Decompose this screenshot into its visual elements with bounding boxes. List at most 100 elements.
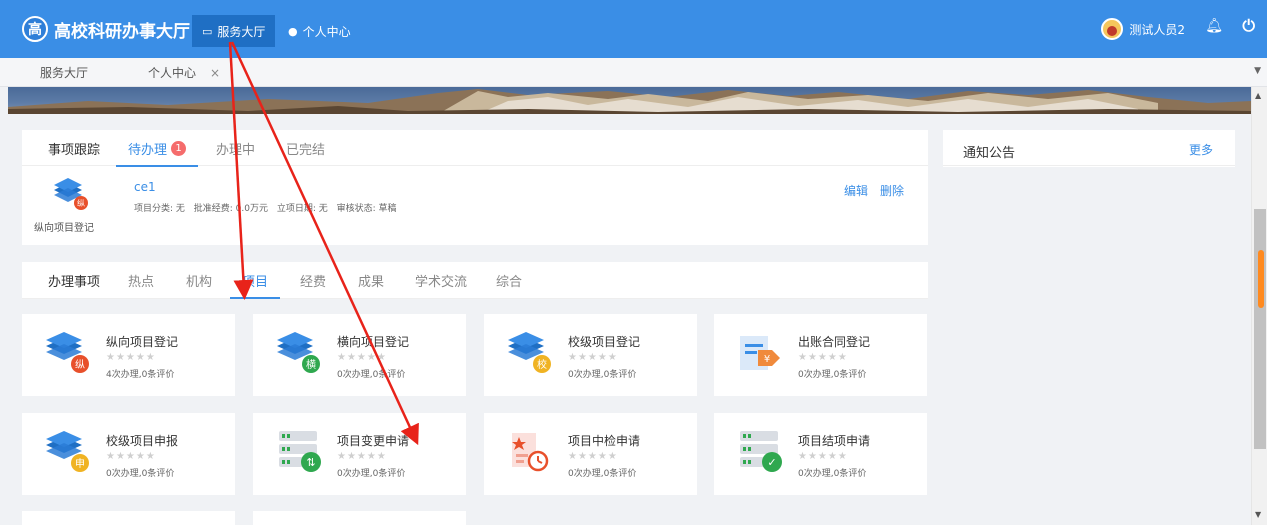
tab-in-progress[interactable]: 办理中 [216,130,255,166]
rating-stars: ★★★★★ [337,352,387,363]
tab-achievements[interactable]: 成果 [358,262,384,298]
scroll-down-icon[interactable]: ▼ [1255,510,1261,519]
svg-text:纵: 纵 [77,199,85,208]
tab-general[interactable]: 综合 [496,262,522,298]
service-card[interactable]: 校 校级项目登记 ★★★★★ 0次办理,0条评价 [484,314,697,396]
rating-stars: ★★★★★ [106,451,156,462]
services-title: 办理事项 [48,274,101,290]
edit-link[interactable]: 编辑 [844,182,868,199]
tab-service-hall-label: 服务大厅 [40,66,89,80]
tracking-panel: 事项跟踪 待办理 1 办理中 已完结 纵 纵向项目登记 ce1 项目分类: 无 … [22,130,928,245]
track-item-type: 纵向项目登记 [34,223,94,234]
service-card-partial[interactable] [22,511,235,525]
server-icon: ⇅ [275,429,323,476]
service-card-partial[interactable] [253,511,466,525]
logo-icon: 高 [22,16,48,42]
tab-pending[interactable]: 待办理 1 [115,130,199,167]
document-clock-icon [506,429,554,476]
track-item-meta: 项目分类: 无 批准经费: 0.0万元 立项日期: 无 审核状态: 草稿 [134,204,397,214]
tab-institution[interactable]: 机构 [186,262,212,298]
services-header: 办理事项 热点 机构 项目 经费 成果 学术交流 综合 [22,262,928,299]
nav-personal-center-label: 个人中心 [302,24,351,39]
service-card[interactable]: 横 横向项目登记 ★★★★★ 0次办理,0条评价 [253,314,466,396]
service-card-stats: 0次办理,0条评价 [337,370,406,380]
rating-stars: ★★★★★ [337,451,387,462]
nav-service-hall[interactable]: ▭ 服务大厅 [192,15,276,47]
person-icon: ● [288,24,298,38]
service-card[interactable]: 申 校级项目申报 ★★★★★ 0次办理,0条评价 [22,413,235,495]
tab-hot[interactable]: 热点 [128,262,154,298]
app-title: 高校科研办事大厅 [54,21,190,42]
delete-link[interactable]: 删除 [880,182,904,199]
scrollbar-thumb[interactable] [1254,209,1266,449]
svg-text:⇅: ⇅ [306,456,315,469]
chevron-down-icon[interactable]: ▼ [1254,66,1261,76]
side-drawer-handle[interactable] [1258,250,1264,308]
notice-panel: 通知公告 更多 [943,130,1235,167]
user-name: 测试人员2 [1129,22,1185,37]
rating-stars: ★★★★★ [798,352,848,363]
rating-stars: ★★★★★ [106,352,156,363]
service-card-name: 出账合同登记 [798,335,871,349]
svg-text:¥: ¥ [764,354,770,365]
service-card-name: 项目结项申请 [798,434,871,448]
nav-service-hall-label: 服务大厅 [217,24,266,39]
tracking-title: 事项跟踪 [48,142,101,158]
service-card[interactable]: 项目中检申请 ★★★★★ 0次办理,0条评价 [484,413,697,495]
tab-completed[interactable]: 已完结 [286,130,325,166]
server-check-icon: ✓ [736,429,784,476]
rating-stars: ★★★★★ [568,451,618,462]
service-card[interactable]: ⇅ 项目变更申请 ★★★★★ 0次办理,0条评价 [253,413,466,495]
notice-title: 通知公告 [963,146,1016,161]
open-tabs-strip: 服务大厅 个人中心 × ▼ [0,58,1267,87]
tab-service-hall[interactable]: 服务大厅 [40,58,88,87]
service-card-name: 校级项目申报 [106,434,179,448]
top-navbar: 高 高校科研办事大厅 ▭ 服务大厅 ● 个人中心 测试人员2 🔔︎ ⏻ [0,0,1267,58]
service-card[interactable]: ¥ 出账合同登记 ★★★★★ 0次办理,0条评价 [714,314,927,396]
svg-text:校: 校 [537,358,547,371]
app-logo[interactable]: 高 高校科研办事大厅 [22,15,190,43]
nav-personal-center[interactable]: ● 个人中心 [278,15,361,47]
svg-text:横: 横 [306,358,316,371]
service-card[interactable]: 纵 纵向项目登记 ★★★★★ 4次办理,0条评价 [22,314,235,396]
bell-icon[interactable]: 🔔︎ [1205,18,1223,34]
service-card-stats: 0次办理,0条评价 [798,469,867,479]
close-icon[interactable]: × [210,66,220,80]
service-card-name: 项目变更申请 [337,434,410,448]
service-card-name: 项目中检申请 [568,434,641,448]
service-card-stats: 4次办理,0条评价 [106,370,175,380]
rating-stars: ★★★★★ [568,352,618,363]
tracking-tabs: 事项跟踪 待办理 1 办理中 已完结 [22,130,928,167]
pending-count-badge: 1 [171,140,187,156]
mountain-banner [8,87,1251,114]
layers-icon: 校 [506,330,554,377]
layers-icon: 纵 [44,330,92,377]
tab-personal-center[interactable]: 个人中心 × [148,58,220,87]
svg-text:✓: ✓ [767,456,776,469]
track-item-name[interactable]: ce1 [134,180,156,194]
layers-icon: 申 [44,429,92,476]
service-card-stats: 0次办理,0条评价 [568,370,637,380]
service-card-stats: 0次办理,0条评价 [568,469,637,479]
monitor-icon: ▭ [202,24,213,38]
service-card-stats: 0次办理,0条评价 [106,469,175,479]
contract-icon: ¥ [736,330,784,377]
svg-text:纵: 纵 [75,359,85,371]
service-card-stats: 0次办理,0条评价 [337,469,406,479]
service-card-name: 横向项目登记 [337,335,410,349]
user-menu[interactable]: 测试人员2 [1101,16,1185,42]
rating-stars: ★★★★★ [798,451,848,462]
service-card-name: 校级项目登记 [568,335,641,349]
layers-icon: 纵 [52,176,92,215]
service-card[interactable]: ✓ 项目结项申请 ★★★★★ 0次办理,0条评价 [714,413,927,495]
tab-pending-label: 待办理 [128,142,168,158]
layers-icon: 横 [275,330,323,377]
tab-academic-exchange[interactable]: 学术交流 [415,262,467,298]
scroll-up-icon[interactable]: ▲ [1255,91,1261,100]
tab-project[interactable]: 项目 [229,262,281,299]
notice-more-link[interactable]: 更多 [1189,141,1213,158]
power-icon[interactable]: ⏻ [1242,16,1255,36]
tab-funding[interactable]: 经费 [300,262,326,298]
svg-text:申: 申 [75,457,85,470]
service-card-stats: 0次办理,0条评价 [798,370,867,380]
